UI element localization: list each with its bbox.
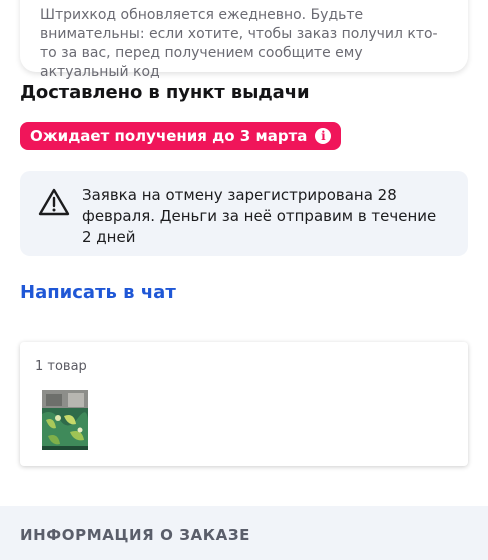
- info-icon[interactable]: i: [315, 128, 332, 144]
- barcode-card: Штрихкод обновляется ежедневно. Будьте в…: [20, 0, 468, 80]
- cancellation-notice: Заявка на отмену зарегистрирована 28 фев…: [20, 171, 468, 256]
- pickup-deadline-label: Ожидает получения до 3 марта: [30, 127, 308, 145]
- write-to-chat-link[interactable]: Написать в чат: [20, 282, 176, 303]
- order-info-title: ИНФОРМАЦИЯ О ЗАКАЗЕ: [20, 526, 250, 544]
- pickup-deadline-badge[interactable]: Ожидает получения до 3 марта i: [20, 122, 342, 150]
- bedding-product-image: [42, 390, 88, 450]
- warning-icon: [38, 188, 70, 216]
- product-thumbnail[interactable]: [42, 390, 88, 450]
- delivery-status-title: Доставлено в пункт выдачи: [20, 82, 310, 103]
- order-info-section[interactable]: ИНФОРМАЦИЯ О ЗАКАЗЕ: [0, 506, 488, 560]
- items-count: 1 товар: [35, 359, 87, 374]
- barcode-note: Штрихкод обновляется ежедневно. Будьте в…: [40, 7, 438, 80]
- cancellation-message: Заявка на отмену зарегистрирована 28 фев…: [82, 186, 437, 246]
- order-items-card: 1 товар: [20, 342, 468, 466]
